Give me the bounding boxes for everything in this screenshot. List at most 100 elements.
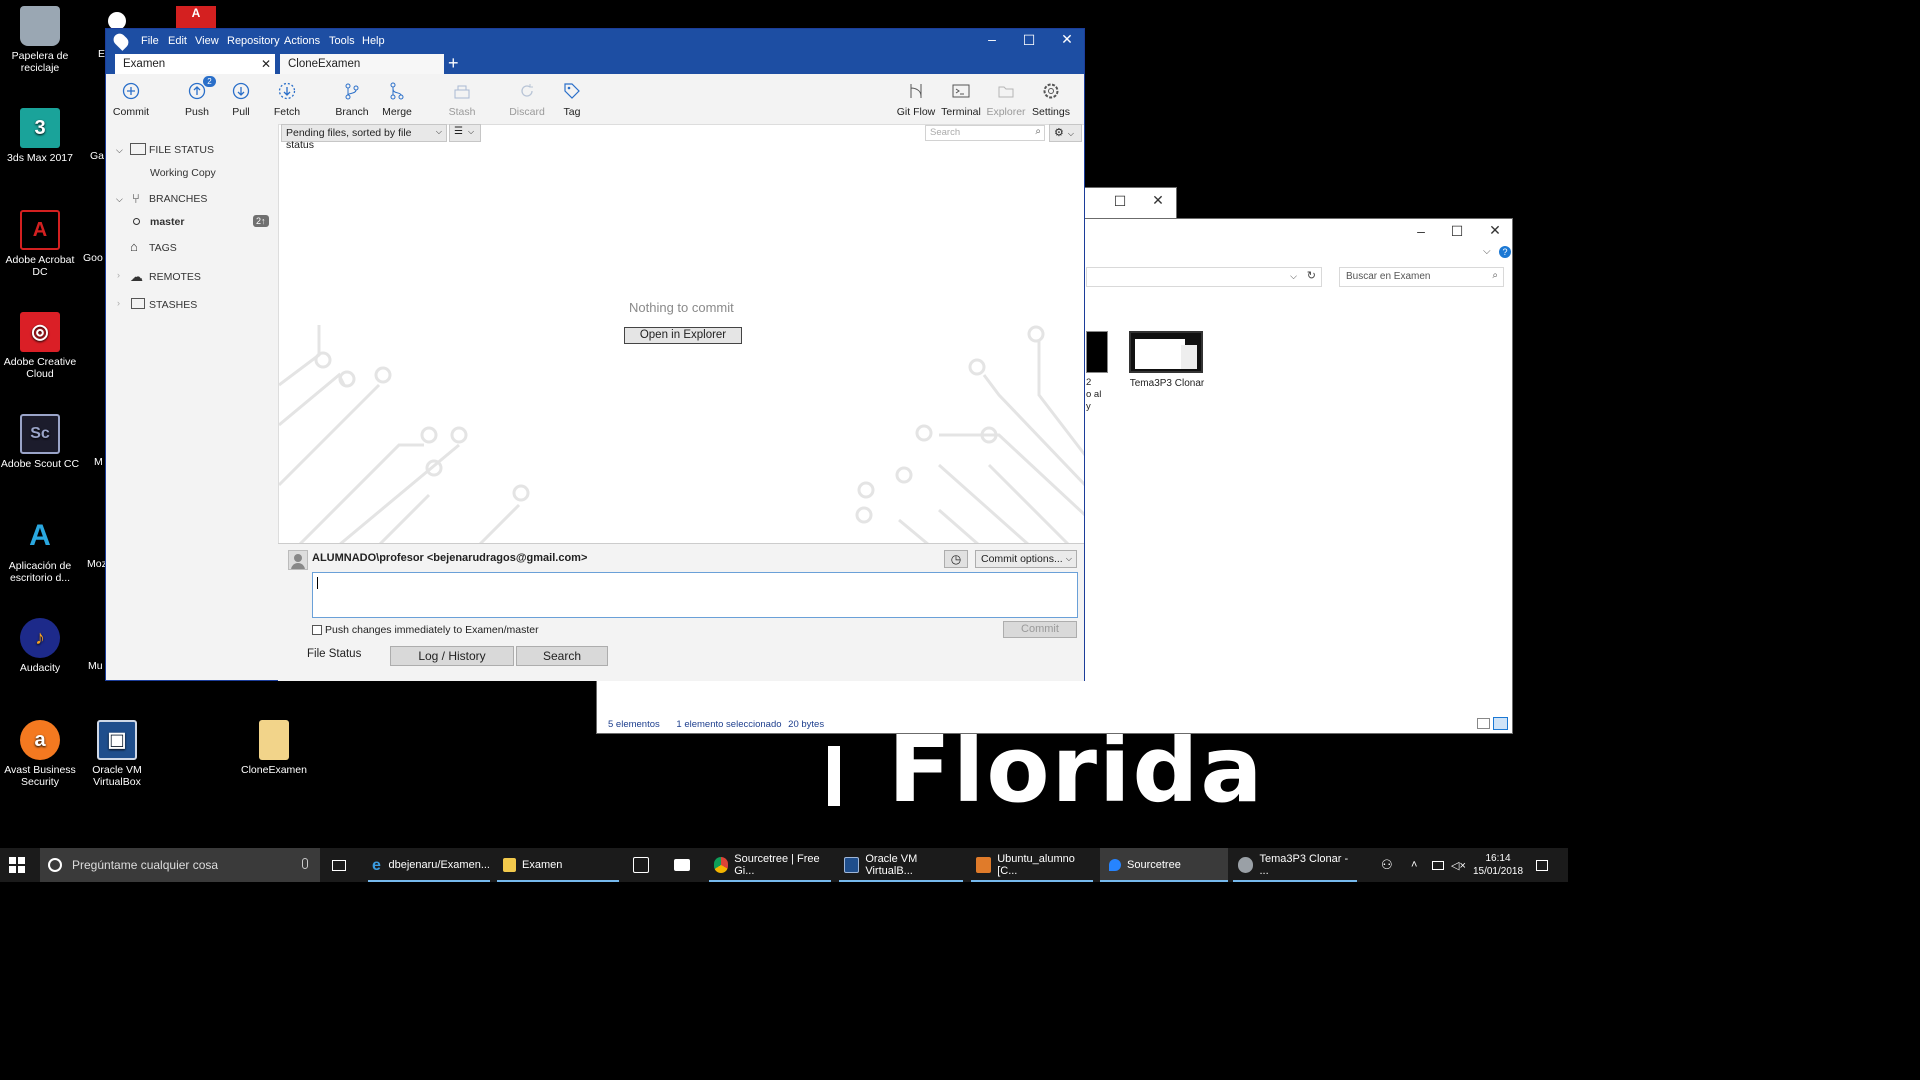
commit-options-button[interactable]: Commit options... ⌵ <box>975 550 1077 568</box>
desktop-icon-acrobat[interactable]: A Adobe Acrobat DC <box>0 210 80 278</box>
taskbar-item-store[interactable] <box>633 848 655 882</box>
taskbar-item-chrome[interactable]: Sourcetree | Free Gi... <box>709 848 831 882</box>
settings-button[interactable]: Settings <box>1026 81 1076 118</box>
explorer-button[interactable]: Explorer <box>981 81 1031 118</box>
tab-cloneexamen[interactable]: CloneExamen <box>280 54 444 74</box>
taskbar-item-mail[interactable] <box>674 848 696 882</box>
pull-button[interactable]: Pull <box>216 81 266 118</box>
desktop-icon-3ds-max[interactable]: 3 3ds Max 2017 <box>0 108 80 164</box>
volume-icon[interactable]: ◁× <box>1451 848 1466 882</box>
sidebar-section-remotes[interactable]: REMOTES <box>149 271 201 283</box>
task-view-button[interactable] <box>332 848 350 882</box>
git-flow-button[interactable]: Git Flow <box>891 81 941 118</box>
show-hidden-icons-button[interactable]: ˄ <box>1411 848 1425 882</box>
branch-button[interactable]: Branch <box>327 81 377 118</box>
tab-log-history[interactable]: Log / History <box>390 646 514 666</box>
push-immediately-checkbox[interactable] <box>312 625 322 635</box>
tag-button[interactable]: Tag <box>547 81 597 118</box>
commit-message-input[interactable] <box>312 572 1078 618</box>
close-icon[interactable]: ✕ <box>1053 31 1081 48</box>
sidebar-item-master[interactable]: master <box>150 216 184 228</box>
help-icon[interactable]: ? <box>1499 246 1511 258</box>
filter-select[interactable]: Pending files, sorted by file status ⌵ <box>281 124 447 151</box>
sourcetree-window[interactable]: File Edit View Repository Actions Tools … <box>105 28 1085 681</box>
sidebar-section-branches[interactable]: BRANCHES <box>149 193 207 205</box>
chevron-down-icon[interactable]: ⌵ <box>116 194 123 205</box>
terminal-button[interactable]: Terminal <box>936 81 986 118</box>
menu-actions[interactable]: Actions <box>284 35 320 47</box>
start-button[interactable] <box>9 848 29 882</box>
desktop-icon-virtualbox[interactable]: ▣ Oracle VM VirtualBox <box>77 720 157 788</box>
close-icon[interactable]: ✕ <box>1144 192 1172 209</box>
network-icon[interactable] <box>1432 848 1446 882</box>
desktop-icon-scout[interactable]: Sc Adobe Scout CC <box>0 414 80 470</box>
sidebar-section-stashes[interactable]: STASHES <box>149 299 197 311</box>
menu-repository[interactable]: Repository <box>227 35 280 47</box>
action-center-button[interactable] <box>1536 848 1552 882</box>
menu-edit[interactable]: Edit <box>168 35 187 47</box>
menu-help[interactable]: Help <box>362 35 385 47</box>
open-in-explorer-button[interactable]: Open in Explorer <box>624 327 742 344</box>
desktop-icon-audacity[interactable]: ♪ Audacity <box>0 618 80 674</box>
chevron-down-icon[interactable]: ⌵ <box>1290 271 1297 282</box>
taskbar-item-sourcetree[interactable]: Sourcetree <box>1100 848 1228 882</box>
people-button[interactable]: ⚇ <box>1381 848 1397 882</box>
desktop-icon-cloneexamen[interactable]: CloneExamen <box>234 720 314 776</box>
maximize-icon[interactable]: ☐ <box>1106 193 1134 210</box>
desktop-icon-azure[interactable]: A Aplicación de escritorio d... <box>0 516 80 584</box>
commit-submit-button[interactable]: Commit <box>1003 621 1077 638</box>
desktop-icon-avast[interactable]: a Avast Business Security <box>0 720 80 788</box>
sidebar-section-tags[interactable]: TAGS <box>149 242 177 254</box>
commit-history-button[interactable]: ◷ <box>944 550 968 568</box>
stash-button[interactable]: Stash <box>437 81 487 118</box>
merge-button[interactable]: Merge <box>372 81 422 118</box>
virtualbox-icon: ▣ <box>97 720 137 760</box>
taskbar-item-edge[interactable]: e dbejenaru/Examen... <box>368 848 490 882</box>
details-view-icon[interactable] <box>1477 718 1490 729</box>
file-thumbnail-partial[interactable] <box>1086 331 1108 373</box>
tiles-view-icon[interactable] <box>1493 717 1508 730</box>
close-icon[interactable]: ✕ <box>1481 222 1509 239</box>
taskbar-item-virtualbox[interactable]: Oracle VM VirtualB... <box>839 848 963 882</box>
file-search-input[interactable]: Search ⌕ <box>925 125 1045 141</box>
avast-icon: a <box>20 720 60 760</box>
file-options-button[interactable]: ⚙ ⌵ <box>1049 124 1082 142</box>
menu-file[interactable]: File <box>141 35 159 47</box>
minimize-icon[interactable]: – <box>1407 223 1435 239</box>
push-button[interactable]: 2 Push <box>172 76 222 118</box>
tab-search[interactable]: Search <box>516 646 608 666</box>
clock[interactable]: 16:14 15/01/2018 <box>1470 848 1526 882</box>
chevron-right-icon[interactable]: › <box>117 298 120 308</box>
explorer-search-input[interactable]: Buscar en Examen ⌕ <box>1339 267 1504 287</box>
address-bar[interactable]: ⌵ ↻ <box>1086 267 1322 287</box>
chevron-down-icon[interactable]: ⌵ <box>1483 246 1491 257</box>
maximize-icon[interactable]: ☐ <box>1443 223 1471 240</box>
minimize-icon[interactable]: – <box>978 31 1006 47</box>
tab-examen[interactable]: Examen ✕ <box>115 54 275 74</box>
desktop-icon-recycle-bin[interactable]: Papelera de reciclaje <box>0 6 80 74</box>
taskbar-item-explorer[interactable]: Examen <box>497 848 619 882</box>
file-item-tema3p3[interactable]: Tema3P3 Clonar <box>1129 331 1205 389</box>
taskbar-item-ubuntu-vm[interactable]: Ubuntu_alumno [C... <box>971 848 1093 882</box>
chevron-right-icon[interactable]: › <box>117 270 120 280</box>
new-tab-icon[interactable]: + <box>448 53 459 74</box>
chevron-down-icon[interactable]: ⌵ <box>116 145 123 156</box>
commit-author[interactable]: ALUMNADO\profesor <bejenarudragos@gmail.… <box>312 552 587 564</box>
commit-button[interactable]: Commit <box>106 81 156 118</box>
refresh-icon[interactable]: ↻ <box>1307 269 1316 282</box>
fetch-button[interactable]: Fetch <box>262 81 312 118</box>
cortana-search-input[interactable]: Pregúntame cualquier cosa <box>40 848 320 882</box>
view-mode-select[interactable]: ☰ ⌵ <box>449 124 481 142</box>
desktop-icon-creative-cloud[interactable]: ◎ Adobe Creative Cloud <box>0 312 80 380</box>
explorer-window-back[interactable]: ☐ ✕ <box>1083 187 1177 219</box>
tab-file-status[interactable]: File Status <box>307 648 361 660</box>
maximize-icon[interactable]: ☐ <box>1015 32 1043 49</box>
microphone-icon[interactable] <box>302 858 308 869</box>
sidebar-item-working-copy[interactable]: Working Copy <box>150 167 216 179</box>
menu-tools[interactable]: Tools <box>329 35 355 47</box>
taskbar-item-tema3p3[interactable]: Tema3P3 Clonar - ... <box>1233 848 1357 882</box>
sidebar-section-file-status[interactable]: FILE STATUS <box>149 144 214 156</box>
close-tab-icon[interactable]: ✕ <box>261 57 271 71</box>
discard-button[interactable]: Discard <box>502 81 552 118</box>
menu-view[interactable]: View <box>195 35 219 47</box>
